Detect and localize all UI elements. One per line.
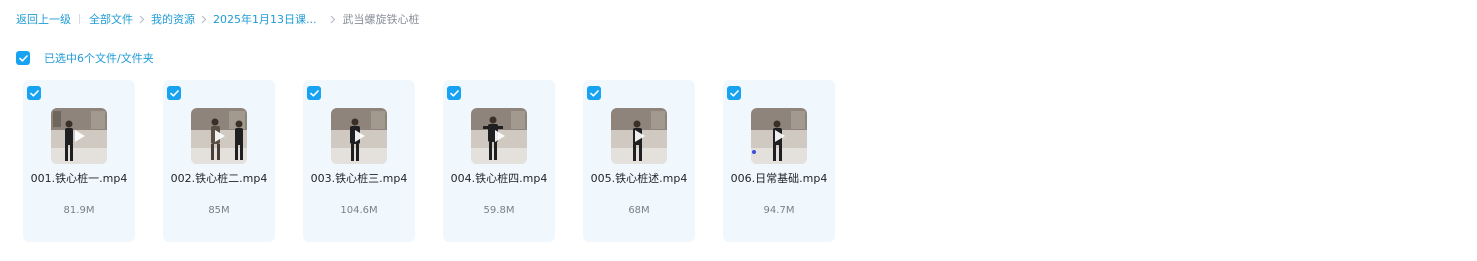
play-icon [75, 130, 85, 142]
chevron-right-icon [201, 15, 207, 24]
checkmark-icon [169, 89, 179, 97]
file-checkbox[interactable] [727, 86, 741, 100]
file-size: 104.6M [340, 205, 378, 216]
file-size: 81.9M [63, 205, 95, 216]
file-card[interactable]: 006.日常基础.mp4 94.7M [723, 80, 835, 242]
file-name: 002.铁心桩二.mp4 [170, 172, 268, 185]
file-card[interactable]: 002.铁心桩二.mp4 85M [163, 80, 275, 242]
breadcrumb: 返回上一级 全部文件 我的资源 2025年1月13日课... 武当螺旋铁心桩 [16, 11, 419, 27]
file-card[interactable]: 001.铁心桩一.mp4 81.9M [23, 80, 135, 242]
file-card[interactable]: 004.铁心桩四.mp4 59.8M [443, 80, 555, 242]
play-icon [215, 130, 225, 142]
video-thumbnail [611, 108, 667, 164]
breadcrumb-item-my-resources[interactable]: 我的资源 [151, 11, 195, 27]
file-size: 59.8M [483, 205, 515, 216]
file-checkbox[interactable] [587, 86, 601, 100]
checkmark-icon [309, 89, 319, 97]
video-thumbnail [51, 108, 107, 164]
play-icon [775, 130, 785, 142]
breadcrumb-divider [79, 14, 80, 24]
select-all-checkbox[interactable] [16, 51, 30, 65]
play-icon [355, 130, 365, 142]
file-size: 85M [208, 205, 230, 216]
checkmark-icon [29, 89, 39, 97]
checkmark-icon [729, 89, 739, 97]
video-thumbnail [751, 108, 807, 164]
file-name: 006.日常基础.mp4 [730, 172, 828, 185]
video-thumbnail [471, 108, 527, 164]
chevron-right-icon [139, 15, 145, 24]
checkmark-icon [589, 89, 599, 97]
breadcrumb-current: 武当螺旋铁心桩 [342, 13, 420, 26]
file-checkbox[interactable] [307, 86, 321, 100]
chevron-right-icon [330, 15, 336, 24]
selection-count-label: 已选中6个文件/文件夹 [44, 52, 154, 65]
file-name: 001.铁心桩一.mp4 [30, 172, 128, 185]
file-card[interactable]: 005.铁心桩述.mp4 68M [583, 80, 695, 242]
play-icon [495, 130, 505, 142]
file-size: 94.7M [763, 205, 795, 216]
selection-bar: 已选中6个文件/文件夹 [16, 51, 154, 65]
file-checkbox[interactable] [167, 86, 181, 100]
checkmark-icon [18, 54, 28, 62]
play-icon [635, 130, 645, 142]
video-thumbnail [331, 108, 387, 164]
file-browser-page: 返回上一级 全部文件 我的资源 2025年1月13日课... 武当螺旋铁心桩 已… [0, 0, 1477, 261]
file-checkbox[interactable] [447, 86, 461, 100]
breadcrumb-item-course-folder[interactable]: 2025年1月13日课... [213, 11, 316, 27]
file-name: 005.铁心桩述.mp4 [590, 172, 688, 185]
file-grid: 001.铁心桩一.mp4 81.9M 002.铁心桩二.mp4 85M 003.… [23, 80, 835, 242]
video-thumbnail [191, 108, 247, 164]
file-name: 004.铁心桩四.mp4 [450, 172, 548, 185]
file-size: 68M [628, 205, 650, 216]
file-name: 003.铁心桩三.mp4 [310, 172, 408, 185]
checkmark-icon [449, 89, 459, 97]
file-card[interactable]: 003.铁心桩三.mp4 104.6M [303, 80, 415, 242]
back-link[interactable]: 返回上一级 [16, 11, 71, 27]
file-checkbox[interactable] [27, 86, 41, 100]
breadcrumb-item-all-files[interactable]: 全部文件 [89, 11, 133, 27]
